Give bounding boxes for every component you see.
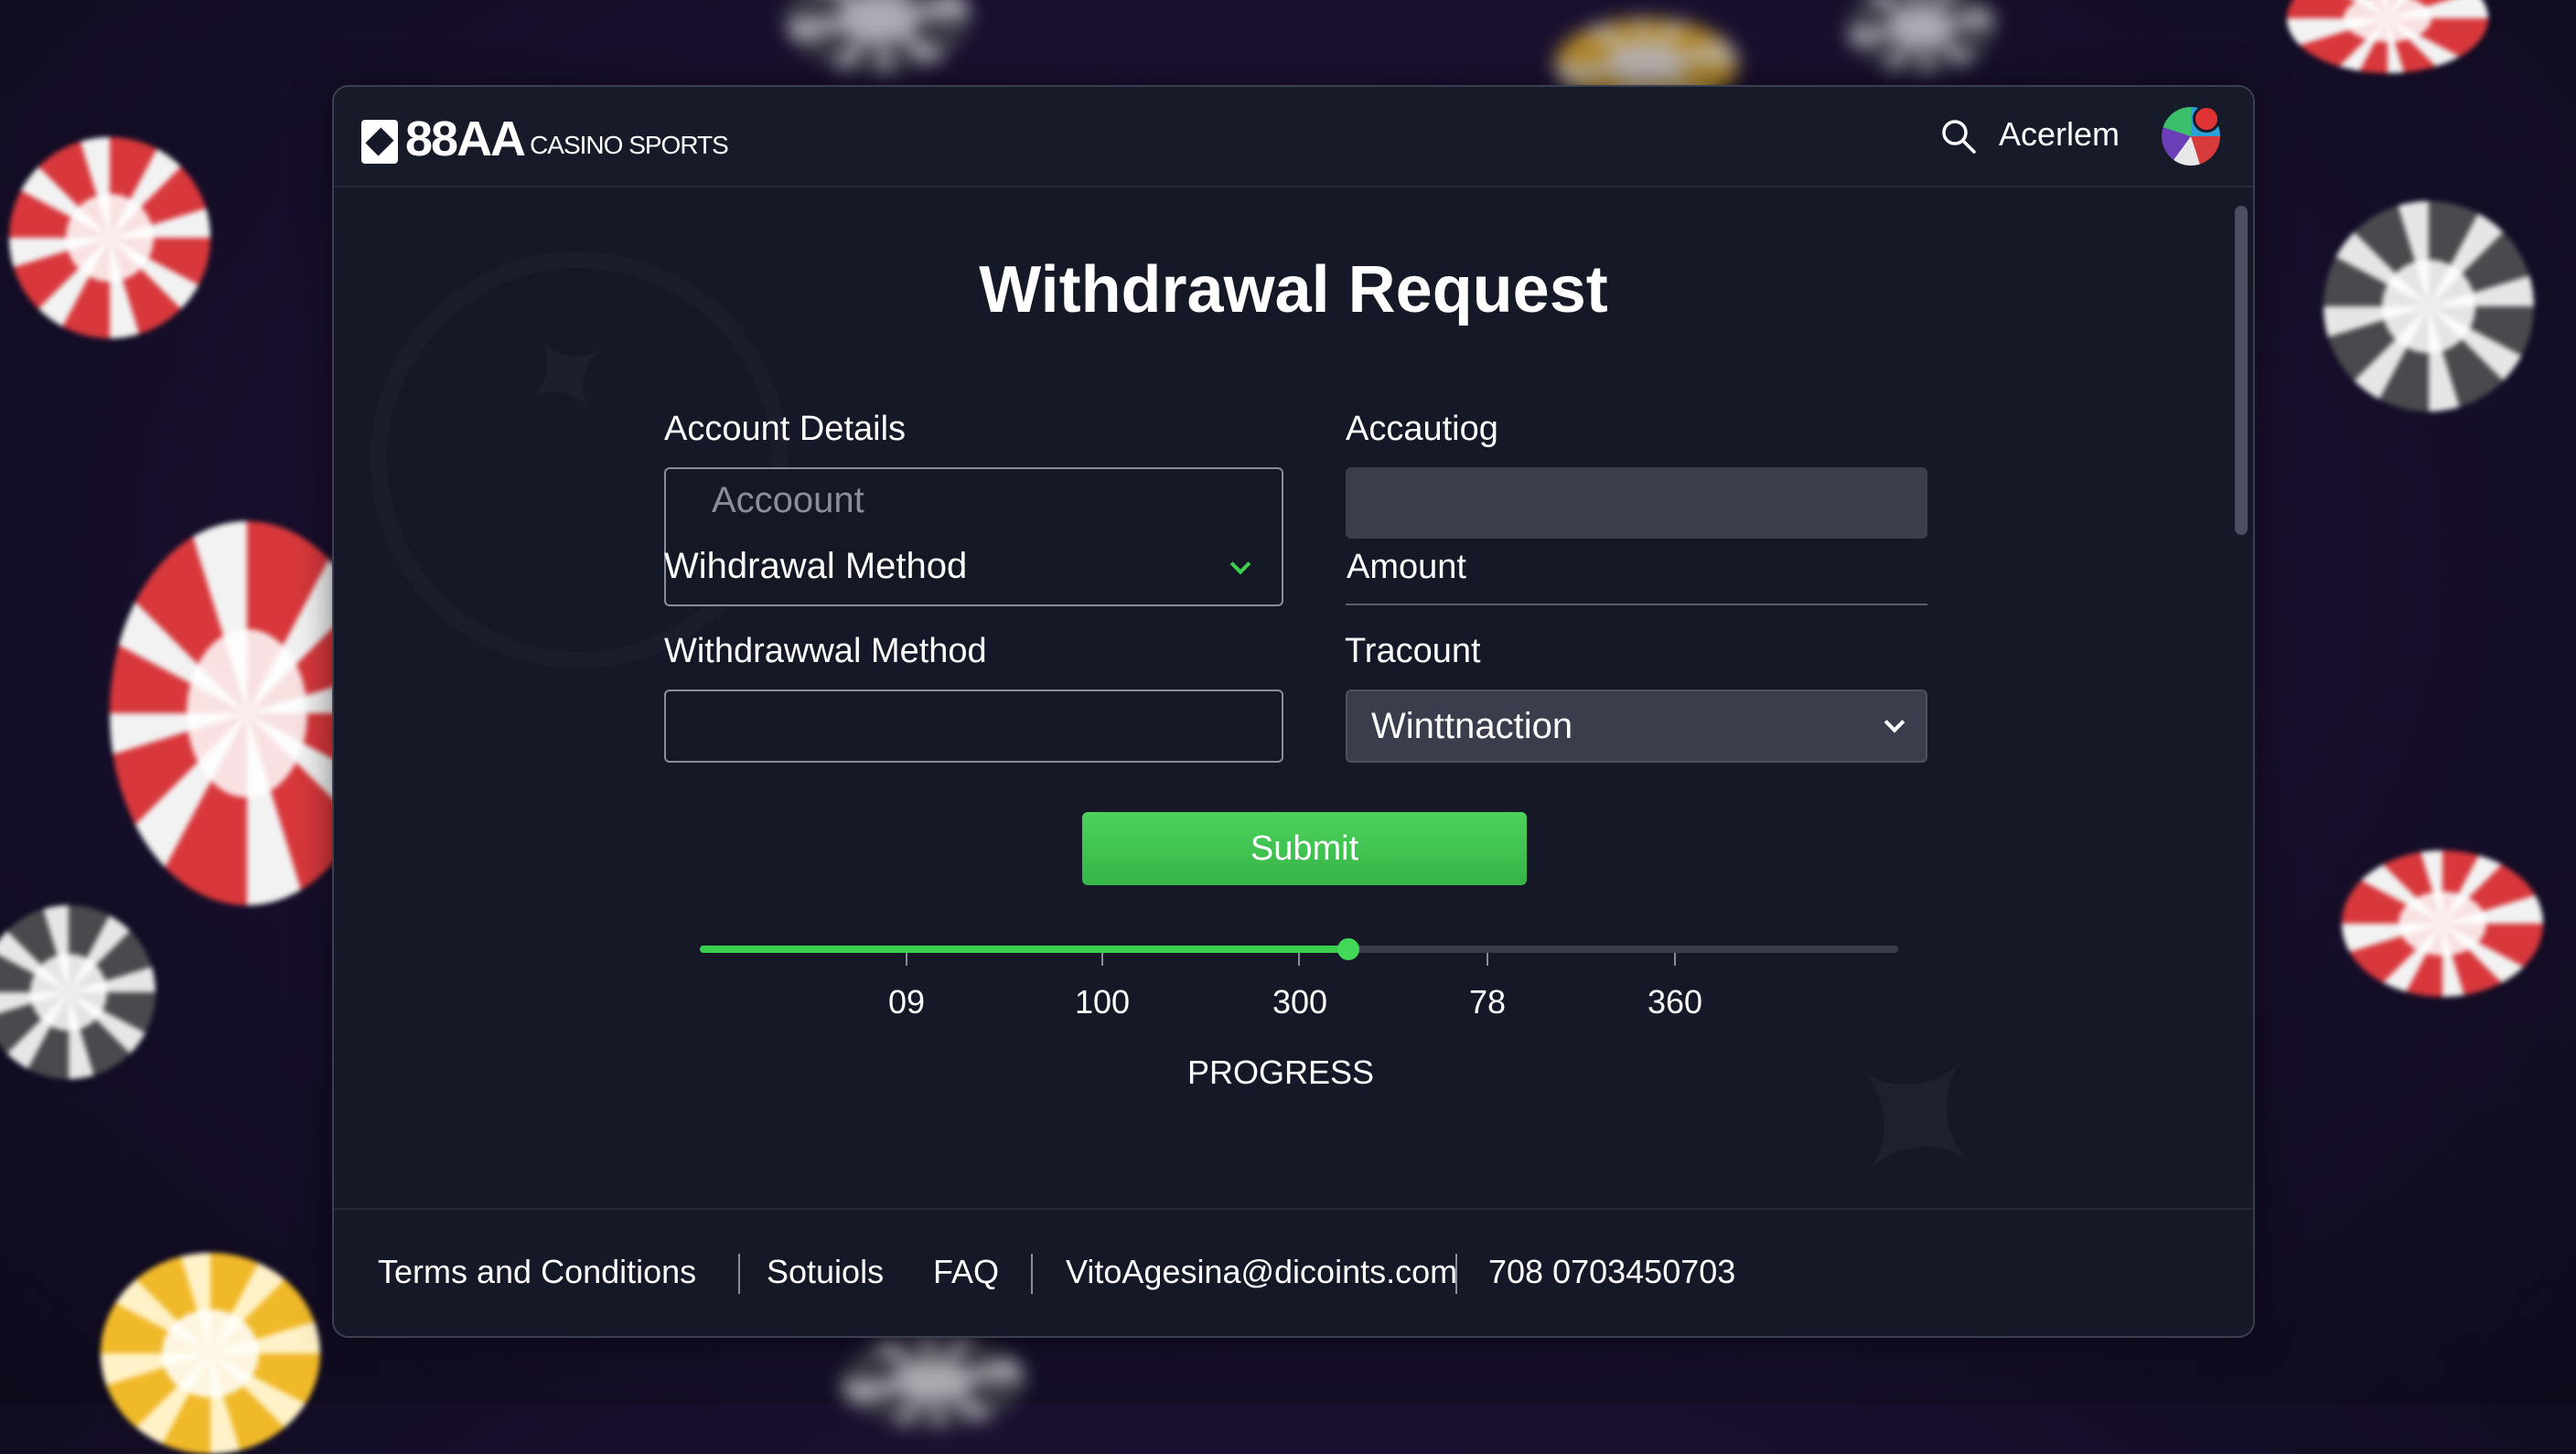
background-chip: [1848, 0, 1994, 73]
brand-logo[interactable]: 88AA CASINO SPORTS: [361, 111, 729, 166]
background-chip: [787, 0, 970, 73]
background-chip: [9, 137, 210, 338]
progress-tick-label: 78: [1468, 983, 1507, 1021]
brand-tagline: CASINO SPORTS: [530, 131, 729, 159]
progress-tick: [1674, 953, 1676, 966]
background-chip: [2324, 201, 2534, 412]
progress-label: PROGRESS: [1186, 1053, 1375, 1091]
accautiog-label: Accautiog: [1346, 410, 1498, 448]
background-chip: [2287, 0, 2488, 73]
progress-tick: [906, 953, 907, 966]
search-icon[interactable]: [1940, 118, 1977, 155]
withdrawal-panel: ✦ ✦ 88AA CASINO SPORTS Acerlem Withdrawa…: [332, 85, 2255, 1338]
withdrawal-method-label: Withdrawwal Method: [664, 632, 987, 670]
footer-phone: 708 0703450703: [1488, 1253, 1736, 1290]
progress-slider[interactable]: 09 100 300 78 360: [700, 938, 1898, 1021]
progress-tick-label: 100: [1074, 983, 1131, 1021]
tracount-select[interactable]: Winttnaction: [1346, 690, 1927, 763]
accautiog-input[interactable]: [1346, 467, 1927, 539]
tracount-selected: Winttnaction: [1371, 706, 1573, 746]
progress-fill: [700, 946, 1348, 953]
progress-tick-label: 360: [1647, 983, 1703, 1021]
footer-link-sotuiols[interactable]: Sotuiols: [767, 1252, 884, 1292]
progress-tick: [1298, 953, 1300, 966]
progress-tick: [1101, 953, 1103, 966]
brand-mark-icon: [361, 120, 398, 164]
footer-email-link[interactable]: VitoAgesina@dicoints.com: [1066, 1252, 1457, 1292]
username[interactable]: Acerlem: [1999, 114, 2120, 155]
footer-divider: [738, 1254, 740, 1294]
account-placeholder: Accoount: [712, 480, 864, 520]
withdrawal-method-input[interactable]: [664, 690, 1283, 763]
footer: Terms and Conditions Sotuiols FAQ VitoAg…: [334, 1208, 2253, 1336]
footer-link-faq[interactable]: FAQ: [933, 1252, 999, 1292]
amount-underline[interactable]: [1346, 604, 1927, 605]
amount-label: Amount: [1347, 548, 1466, 586]
background-chip: [0, 905, 156, 1079]
account-details-label: Account Details: [664, 410, 907, 448]
tracount-label: Tracount: [1345, 632, 1481, 670]
footer-link-terms[interactable]: Terms and Conditions: [378, 1252, 696, 1292]
footer-divider: [1031, 1254, 1033, 1294]
submit-button[interactable]: Submit: [1082, 812, 1527, 885]
notification-dot: [2193, 105, 2220, 133]
background-chip: [842, 1335, 1025, 1427]
progress-slider-handle[interactable]: [1336, 938, 1359, 960]
brand-name: 88AA: [405, 112, 526, 166]
progress-tick-label: 300: [1272, 983, 1328, 1021]
progress-tick: [1487, 953, 1488, 966]
page-title: Withdrawal Request: [979, 253, 1608, 326]
progress-tick-label: 09: [887, 983, 926, 1021]
background-chip: [101, 1253, 320, 1454]
withdrawal-method-value: Wihdrawal Method: [664, 546, 968, 586]
chevron-down-icon: [1884, 711, 1905, 733]
footer-divider: [1455, 1254, 1457, 1294]
top-bar: 88AA CASINO SPORTS Acerlem: [334, 87, 2253, 187]
background-chip: [2342, 850, 2543, 997]
chevron-down-icon: [1229, 553, 1251, 575]
account-dropdown[interactable]: Accoount Wihdrawal Method: [664, 467, 1283, 606]
